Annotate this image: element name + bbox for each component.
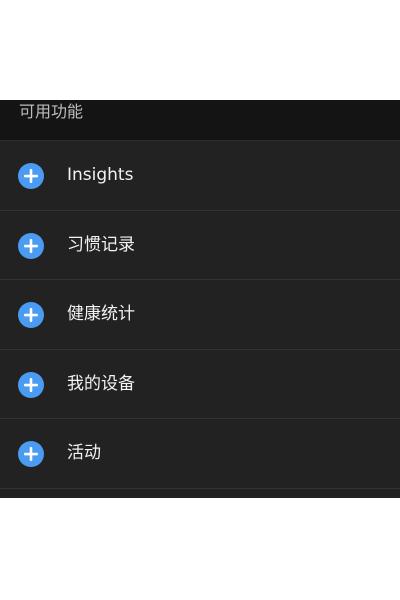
feature-item-habit-tracking[interactable]: 习惯记录 xyxy=(0,210,400,280)
section-title: 可用功能 xyxy=(19,102,84,121)
available-features-panel: 可用功能 Insights 习惯记录 健康统计 我的设备 活动 xyxy=(0,100,400,498)
feature-item-label: 健康统计 xyxy=(67,304,135,324)
add-circle-icon[interactable] xyxy=(18,441,44,467)
add-circle-icon[interactable] xyxy=(18,371,44,398)
add-circle-icon[interactable] xyxy=(18,232,44,259)
feature-list: Insights 习惯记录 健康统计 我的设备 活动 xyxy=(0,141,400,498)
feature-item-insights[interactable]: Insights xyxy=(0,141,400,211)
feature-item-my-devices[interactable]: 我的设备 xyxy=(0,349,400,419)
feature-item-label: 活动 xyxy=(67,443,101,463)
feature-item-activity[interactable]: 活动 xyxy=(0,419,400,489)
add-circle-icon[interactable] xyxy=(18,302,44,328)
list-item-partial xyxy=(0,488,400,498)
feature-item-label: 习惯记录 xyxy=(67,234,135,255)
feature-item-health-stats[interactable]: 健康统计 xyxy=(0,280,400,350)
add-circle-icon[interactable] xyxy=(18,163,44,189)
feature-item-label: Insights xyxy=(67,165,134,185)
section-header: 可用功能 xyxy=(0,100,400,141)
feature-item-label: 我的设备 xyxy=(67,373,135,394)
